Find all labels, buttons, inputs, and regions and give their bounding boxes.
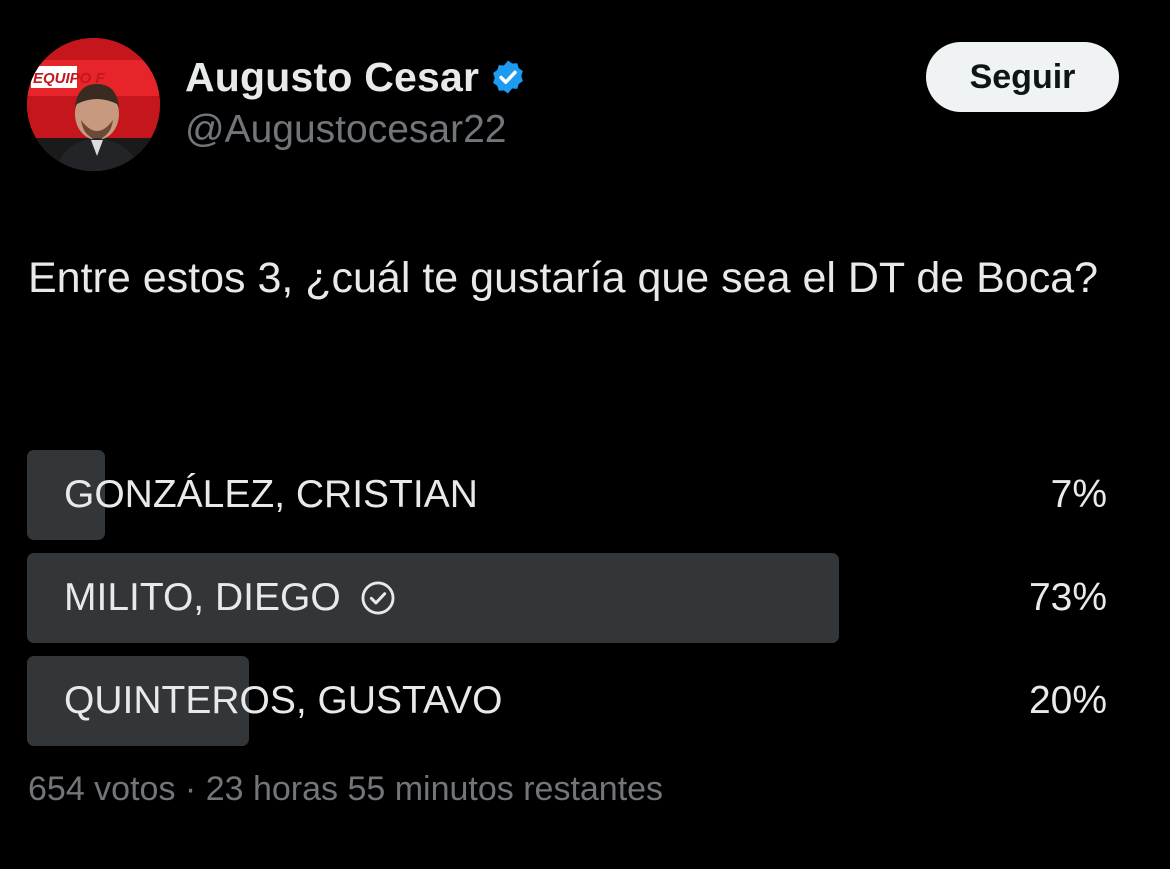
poll-option-label: GONZÁLEZ, CRISTIAN xyxy=(64,450,478,540)
poll-vote-count: 654 votos xyxy=(28,770,176,808)
poll-option-text: MILITO, DIEGO xyxy=(64,576,341,619)
poll-option-text: QUINTEROS, GUSTAVO xyxy=(64,679,503,722)
poll-option-percent: 73% xyxy=(1028,576,1107,619)
verified-badge-icon xyxy=(489,58,527,96)
poll-time-left: 23 horas 55 minutos restantes xyxy=(205,770,664,808)
poll-option-label: QUINTEROS, GUSTAVO xyxy=(64,656,502,746)
poll-option-label: MILITO, DIEGO xyxy=(64,553,397,643)
poll-option-text: GONZÁLEZ, CRISTIAN xyxy=(64,473,478,516)
follow-button[interactable]: Seguir xyxy=(926,42,1119,112)
tweet-header: EQUIPO F Augusto Cesar @Augustocesar22 S… xyxy=(27,38,1119,172)
poll-option-percent: 7% xyxy=(1050,473,1107,516)
author-display-name[interactable]: Augusto Cesar xyxy=(185,54,479,101)
poll-footer: 654 votos · 23 horas 55 minutos restante… xyxy=(28,770,663,809)
tweet-text: Entre estos 3, ¿cuál te gustaría que sea… xyxy=(28,254,1099,302)
poll: GONZÁLEZ, CRISTIAN 7% MILITO, DIEGO 73% … xyxy=(27,450,1107,759)
poll-option[interactable]: QUINTEROS, GUSTAVO 20% xyxy=(27,656,1107,746)
poll-option[interactable]: GONZÁLEZ, CRISTIAN 7% xyxy=(27,450,1107,540)
poll-option[interactable]: MILITO, DIEGO 73% xyxy=(27,553,1107,643)
winner-check-icon xyxy=(359,579,397,617)
poll-footer-separator: · xyxy=(184,770,197,808)
poll-option-percent: 20% xyxy=(1028,679,1107,722)
author-name-row: Augusto Cesar xyxy=(185,52,527,102)
author-handle[interactable]: @Augustocesar22 xyxy=(185,108,506,152)
avatar[interactable]: EQUIPO F xyxy=(27,38,160,171)
